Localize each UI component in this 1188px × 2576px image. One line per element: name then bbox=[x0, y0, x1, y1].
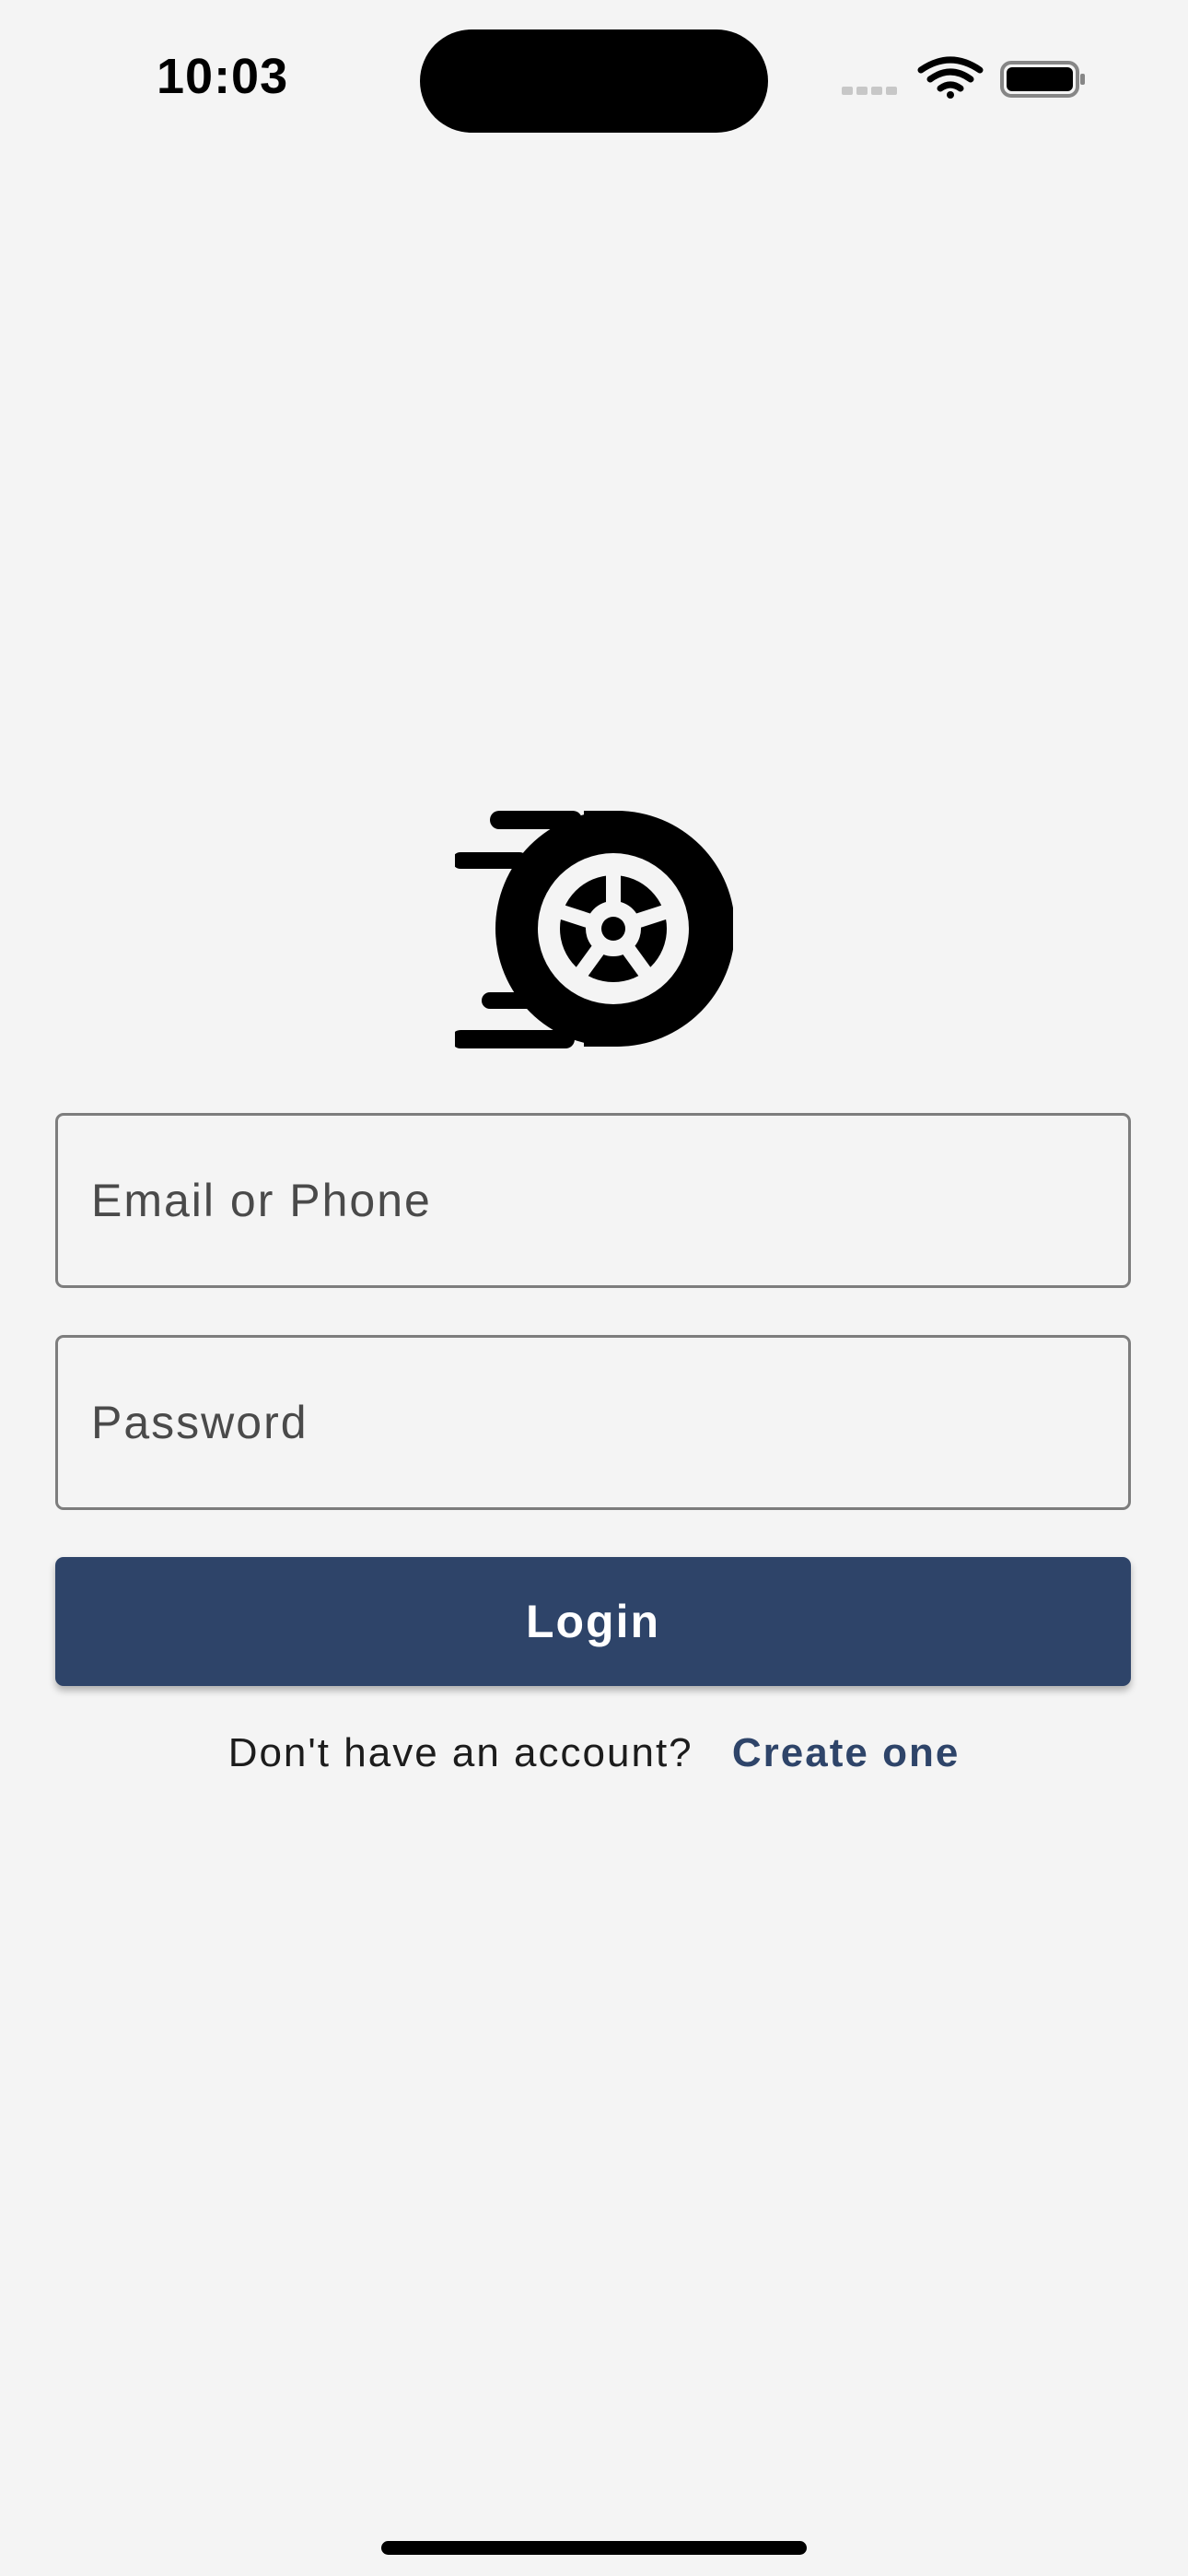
signup-row: Don't have an account? Create one bbox=[0, 1730, 1188, 1776]
password-field[interactable] bbox=[55, 1335, 1131, 1510]
email-input[interactable] bbox=[58, 1116, 1128, 1285]
cellular-signal-icon bbox=[842, 87, 897, 95]
dynamic-island bbox=[420, 29, 768, 133]
status-bar: 10:03 bbox=[0, 0, 1188, 166]
speeding-tire-icon bbox=[455, 811, 733, 1048]
password-input[interactable] bbox=[58, 1338, 1128, 1507]
signup-prompt: Don't have an account? bbox=[227, 1730, 693, 1775]
login-button[interactable]: Login bbox=[55, 1557, 1131, 1686]
status-icons bbox=[842, 56, 1085, 99]
email-field[interactable] bbox=[55, 1113, 1131, 1288]
wifi-icon bbox=[917, 56, 984, 99]
status-time: 10:03 bbox=[157, 49, 289, 104]
create-account-link[interactable]: Create one bbox=[732, 1730, 960, 1775]
home-indicator[interactable] bbox=[381, 2541, 807, 2555]
battery-icon bbox=[1000, 61, 1085, 98]
